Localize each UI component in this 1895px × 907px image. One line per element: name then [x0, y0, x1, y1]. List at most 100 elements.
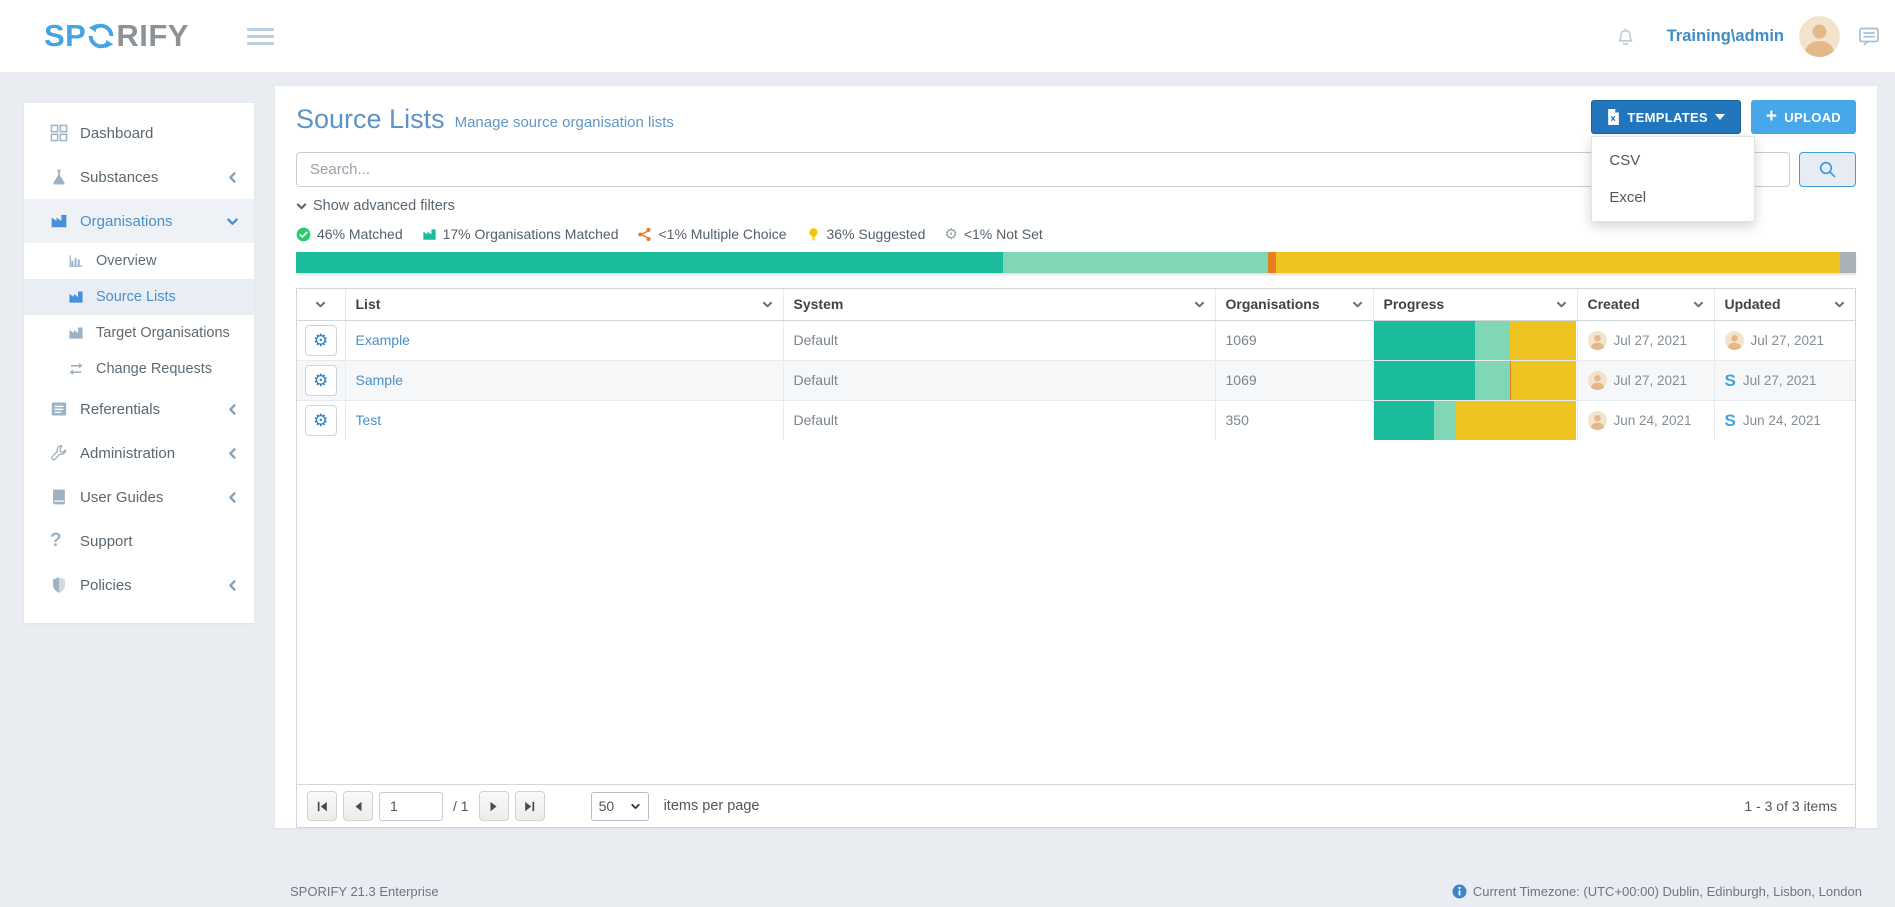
column-expander-header[interactable] — [307, 299, 335, 310]
chevron-down-icon — [762, 299, 773, 310]
created-cell: Jun 24, 2021 — [1588, 411, 1704, 430]
chevron-down-icon — [1556, 299, 1567, 310]
sidebar-item-target-organisations[interactable]: Target Organisations — [24, 315, 254, 351]
row-settings-gear-button[interactable]: ⚙ — [305, 405, 337, 436]
search-icon — [1818, 160, 1837, 179]
last-page-button[interactable] — [515, 791, 545, 821]
column-header-organisations[interactable]: Organisations — [1226, 296, 1363, 312]
system-cell: Default — [783, 320, 1215, 360]
organisations-count-cell: 350 — [1215, 400, 1373, 440]
first-page-icon — [315, 799, 330, 814]
templates-button[interactable]: TEMPLATES — [1591, 100, 1740, 134]
notifications-bell-icon[interactable] — [1614, 25, 1637, 48]
progress-segment — [1374, 401, 1435, 440]
sidebar-item-label: Organisations — [80, 213, 226, 230]
sidebar-item-source-lists[interactable]: Source Lists — [24, 279, 254, 315]
source-lists-grid: List System Organisations Progress Created Up… — [296, 288, 1856, 828]
column-header-label: Progress — [1384, 296, 1556, 312]
templates-dropdown-menu: CSVExcel — [1591, 136, 1755, 222]
progress-segment — [1510, 321, 1577, 360]
user-avatar[interactable] — [1799, 16, 1840, 57]
sidebar-item-label: Change Requests — [96, 361, 239, 377]
chevron-down-icon — [315, 299, 326, 310]
progress-segment — [1456, 401, 1577, 440]
user-avatar-icon — [1588, 331, 1607, 350]
column-header-created[interactable]: Created — [1588, 296, 1704, 312]
sidebar-item-user-guides[interactable]: User Guides — [24, 475, 254, 519]
list-name-link[interactable]: Sample — [356, 372, 403, 388]
lightbulb-icon — [806, 227, 821, 242]
chevron-left-icon — [226, 403, 239, 416]
stat-1-not-set: ⚙<1% Not Set — [944, 226, 1042, 242]
sporify-s-icon: S — [1725, 372, 1736, 389]
page-size-select[interactable]: 50 — [591, 792, 649, 821]
info-icon — [1452, 884, 1467, 899]
progress-segment-matched — [296, 252, 1003, 273]
sidebar-item-dashboard[interactable]: Dashboard — [24, 111, 254, 155]
sidebar-item-substances[interactable]: Substances — [24, 155, 254, 199]
overall-progress-bar — [296, 252, 1856, 273]
industry-icon — [68, 325, 96, 341]
stat-1-multiple-choice: <1% Multiple Choice — [637, 226, 786, 242]
list-name-link[interactable]: Example — [356, 332, 410, 348]
current-user-link[interactable]: Training\admin — [1667, 27, 1784, 46]
pager-summary: 1 - 3 of 3 items — [1744, 798, 1845, 814]
menu-item-excel[interactable]: Excel — [1592, 179, 1754, 216]
progress-segment-organisations-matched — [1003, 252, 1268, 273]
updated-cell: SJun 24, 2021 — [1725, 412, 1846, 429]
search-input[interactable] — [296, 152, 1790, 187]
chevron-left-icon — [226, 579, 239, 592]
first-page-button[interactable] — [307, 791, 337, 821]
sidebar-item-overview[interactable]: Overview — [24, 243, 254, 279]
column-header-system[interactable]: System — [794, 296, 1205, 312]
menu-toggle-icon[interactable] — [247, 24, 274, 49]
column-header-updated[interactable]: Updated — [1725, 296, 1846, 312]
plus-icon: + — [1766, 107, 1777, 126]
show-advanced-filters-toggle[interactable]: Show advanced filters — [296, 198, 455, 214]
top-header: SP RIFY Training\admin — [0, 0, 1895, 72]
next-page-button[interactable] — [479, 791, 509, 821]
page-number-input[interactable] — [379, 792, 443, 821]
sidebar-item-organisations[interactable]: Organisations — [24, 199, 254, 243]
user-avatar-icon — [1588, 371, 1607, 390]
created-date: Jun 24, 2021 — [1614, 413, 1692, 428]
question-icon: ? — [50, 532, 80, 550]
chart-bar-icon — [68, 253, 96, 269]
stat-17-organisations-matched: 17% Organisations Matched — [422, 226, 619, 242]
progress-segment — [1475, 321, 1510, 360]
chevron-down-icon — [296, 201, 307, 212]
menu-item-csv[interactable]: CSV — [1592, 142, 1754, 179]
industry-icon — [50, 212, 80, 230]
sidebar-item-administration[interactable]: Administration — [24, 431, 254, 475]
sidebar-nav: DashboardSubstances Organisations Overview… — [24, 103, 254, 623]
list-name-link[interactable]: Test — [356, 412, 382, 428]
row-settings-gear-button[interactable]: ⚙ — [305, 365, 337, 396]
items-per-page-label: items per page — [664, 798, 760, 814]
page-size-value: 50 — [599, 798, 615, 814]
sidebar-item-label: Administration — [80, 445, 226, 462]
progress-segment — [1434, 401, 1455, 440]
page-total-label: / 1 — [453, 798, 469, 814]
app-logo[interactable]: SP RIFY — [44, 18, 189, 54]
prev-page-button[interactable] — [343, 791, 373, 821]
feedback-chat-icon[interactable] — [1857, 24, 1881, 48]
toolbar: TEMPLATES CSVExcel + UPLOAD — [1591, 100, 1856, 134]
column-header-progress[interactable]: Progress — [1384, 296, 1567, 312]
row-settings-gear-button[interactable]: ⚙ — [305, 325, 337, 356]
dashboard-icon — [50, 124, 80, 142]
stat-label: 46% Matched — [317, 226, 403, 242]
column-header-label: System — [794, 296, 1194, 312]
column-header-list[interactable]: List — [356, 296, 773, 312]
progress-segment — [1374, 321, 1476, 360]
stat-46-matched: 46% Matched — [296, 226, 403, 242]
upload-button[interactable]: + UPLOAD — [1751, 100, 1856, 134]
sidebar-item-policies[interactable]: Policies — [24, 563, 254, 607]
chevron-down-icon — [1693, 299, 1704, 310]
search-button[interactable] — [1799, 152, 1856, 187]
sidebar-item-support[interactable]: ?Support — [24, 519, 254, 563]
created-date: Jul 27, 2021 — [1614, 333, 1688, 348]
file-template-icon — [1607, 109, 1620, 125]
sidebar-item-change-requests[interactable]: Change Requests — [24, 351, 254, 387]
sidebar-item-referentials[interactable]: Referentials — [24, 387, 254, 431]
updated-cell: Jul 27, 2021 — [1725, 331, 1846, 350]
